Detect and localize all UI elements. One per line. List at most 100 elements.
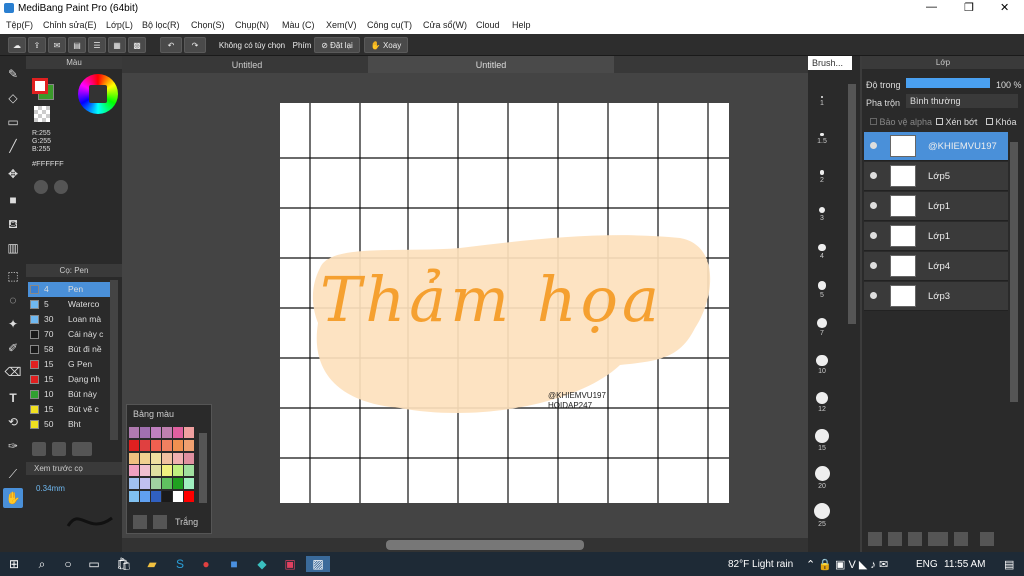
palette-swatch[interactable] bbox=[140, 439, 150, 451]
protect-alpha-checkbox[interactable]: Bảo vệ alpha bbox=[870, 117, 932, 127]
hand-tool-icon[interactable]: ✋ bbox=[3, 488, 23, 508]
delete-layer-icon[interactable] bbox=[980, 532, 994, 546]
palette-swatch[interactable] bbox=[173, 491, 183, 503]
palette-swatch[interactable] bbox=[140, 427, 150, 438]
cortana-icon[interactable]: ○ bbox=[60, 556, 76, 572]
brush-size-dot[interactable] bbox=[819, 207, 825, 213]
palette-swatch[interactable] bbox=[151, 439, 161, 451]
brush-item[interactable]: 30 Loan mà bbox=[28, 312, 112, 327]
brush-size-dot[interactable] bbox=[816, 355, 828, 367]
visibility-eye-icon[interactable] bbox=[870, 172, 877, 179]
menu-tools[interactable]: Công cụ(T) bbox=[367, 20, 412, 30]
upload-icon[interactable]: ⇪ bbox=[28, 37, 46, 53]
brush-item[interactable]: 58 Bút đi nề bbox=[28, 342, 112, 357]
blend-select[interactable]: Bình thường bbox=[906, 94, 1018, 108]
palette-swatch[interactable] bbox=[151, 452, 161, 464]
palette-swatch[interactable] bbox=[184, 465, 194, 477]
delete-palette-icon[interactable] bbox=[153, 515, 167, 529]
operation-tool-icon[interactable]: ⟲ bbox=[3, 412, 23, 432]
chrome-icon[interactable]: ● bbox=[198, 556, 214, 572]
layer-row[interactable]: Lớp4 bbox=[864, 252, 1008, 281]
brush-size-dot[interactable] bbox=[817, 318, 827, 328]
add-layer-menu-icon[interactable] bbox=[928, 532, 948, 546]
palette-swatch[interactable] bbox=[151, 478, 161, 490]
palette-swatch[interactable] bbox=[129, 452, 139, 464]
brush-size-dot[interactable] bbox=[815, 392, 829, 405]
maximize-button[interactable]: ❐ bbox=[964, 1, 974, 14]
weather-status[interactable]: 82°F Light rain bbox=[728, 559, 793, 570]
layout-icon[interactable]: ▩ bbox=[128, 37, 146, 53]
reset-button[interactable]: ⊘ Đặt lại bbox=[314, 37, 360, 53]
brush-item[interactable]: 70 Cái này c bbox=[28, 327, 112, 342]
palette-swatch[interactable] bbox=[140, 478, 150, 490]
layer-row[interactable]: Lớp1 bbox=[864, 192, 1008, 221]
palette-swatch[interactable] bbox=[173, 465, 183, 477]
select-pen-icon[interactable]: ✐ bbox=[3, 338, 23, 358]
palette-swatch[interactable] bbox=[151, 427, 161, 438]
palette-swatch[interactable] bbox=[184, 478, 194, 490]
language-indicator[interactable]: ENG bbox=[916, 559, 938, 570]
foreground-color-swatch[interactable] bbox=[32, 78, 48, 94]
palette-swatch[interactable] bbox=[162, 491, 172, 503]
visibility-eye-icon[interactable] bbox=[870, 292, 877, 299]
lasso-tool-icon[interactable]: ◌ bbox=[3, 290, 23, 310]
scroll-thumb[interactable] bbox=[386, 540, 584, 550]
new-brush-icon[interactable] bbox=[52, 442, 66, 456]
opacity-slider[interactable] bbox=[906, 78, 990, 88]
menu-edit[interactable]: Chỉnh sửa(E) bbox=[43, 20, 97, 30]
brush-item[interactable]: 15 Dạng nh bbox=[28, 372, 112, 387]
brush-scrollbar[interactable] bbox=[110, 280, 118, 440]
palette-swatch[interactable] bbox=[162, 478, 172, 490]
brush-size-dot[interactable] bbox=[817, 281, 827, 290]
palette-swatch[interactable] bbox=[173, 439, 183, 451]
palette-swatch[interactable] bbox=[129, 427, 139, 438]
photos-taskbar-icon[interactable]: ▨ bbox=[306, 556, 330, 572]
brush-size-dot[interactable] bbox=[814, 503, 830, 519]
zalo-icon[interactable]: ■ bbox=[226, 556, 242, 572]
palette-swatch[interactable] bbox=[184, 427, 194, 438]
redo-button[interactable]: ↷ bbox=[184, 37, 206, 53]
brush-menu-icon[interactable] bbox=[72, 442, 92, 456]
line-tool-icon[interactable]: ╱ bbox=[3, 136, 23, 156]
visibility-eye-icon[interactable] bbox=[870, 232, 877, 239]
menu-layer[interactable]: Lớp(L) bbox=[106, 20, 133, 30]
drawing-canvas[interactable]: Thảm họa @KHIEMVU197 HOIDAP247 bbox=[280, 103, 729, 503]
brush-size-dot[interactable] bbox=[814, 466, 830, 481]
palette-swatch[interactable] bbox=[162, 452, 172, 464]
bucket-tool-icon[interactable]: ⛾ bbox=[3, 214, 23, 234]
clip-checkbox[interactable]: Xén bớt bbox=[936, 117, 977, 127]
folder-icon[interactable] bbox=[954, 532, 968, 546]
copy-layer-icon[interactable] bbox=[888, 532, 902, 546]
tab-untitled-1[interactable]: Untitled bbox=[202, 60, 292, 70]
menu-cloud[interactable]: Cloud bbox=[476, 20, 500, 30]
minimize-button[interactable]: — bbox=[926, 1, 937, 13]
move-tool-icon[interactable]: ✥ bbox=[3, 164, 23, 184]
task-view-icon[interactable]: ▭ bbox=[86, 556, 102, 572]
horizontal-scrollbar[interactable] bbox=[122, 538, 808, 552]
brush-size-dot[interactable] bbox=[820, 133, 824, 137]
list-icon[interactable]: ☰ bbox=[88, 37, 106, 53]
fill-shape-icon[interactable]: ■ bbox=[3, 190, 23, 210]
visibility-eye-icon[interactable] bbox=[870, 142, 877, 149]
palette-scrollbar[interactable] bbox=[199, 433, 207, 503]
chat-icon[interactable]: ✉ bbox=[48, 37, 66, 53]
palette-swatch[interactable] bbox=[184, 439, 194, 451]
palette-icon[interactable] bbox=[34, 180, 48, 194]
menu-view[interactable]: Xem(V) bbox=[326, 20, 357, 30]
layer-row[interactable]: Lớp5 bbox=[864, 162, 1008, 191]
palette-swatch[interactable] bbox=[151, 491, 161, 503]
comment-icon[interactable]: ▤ bbox=[68, 37, 86, 53]
add-brush-icon[interactable] bbox=[32, 442, 46, 456]
brush-size-dot[interactable] bbox=[815, 429, 829, 443]
layer-scrollbar[interactable] bbox=[1010, 142, 1018, 402]
menu-help[interactable]: Help bbox=[512, 20, 531, 30]
grid-icon[interactable]: ▦ bbox=[108, 37, 126, 53]
palette-swatch[interactable] bbox=[151, 465, 161, 477]
palette-swatch[interactable] bbox=[140, 491, 150, 503]
rotate-button[interactable]: ✋ Xoay bbox=[364, 37, 408, 53]
palette-swatch[interactable] bbox=[184, 452, 194, 464]
brush-size-scrollbar[interactable] bbox=[848, 84, 856, 324]
palette-swatch[interactable] bbox=[140, 465, 150, 477]
select-tool-icon[interactable]: ⬚ bbox=[3, 266, 23, 286]
text-tool-icon[interactable]: T bbox=[3, 388, 23, 408]
